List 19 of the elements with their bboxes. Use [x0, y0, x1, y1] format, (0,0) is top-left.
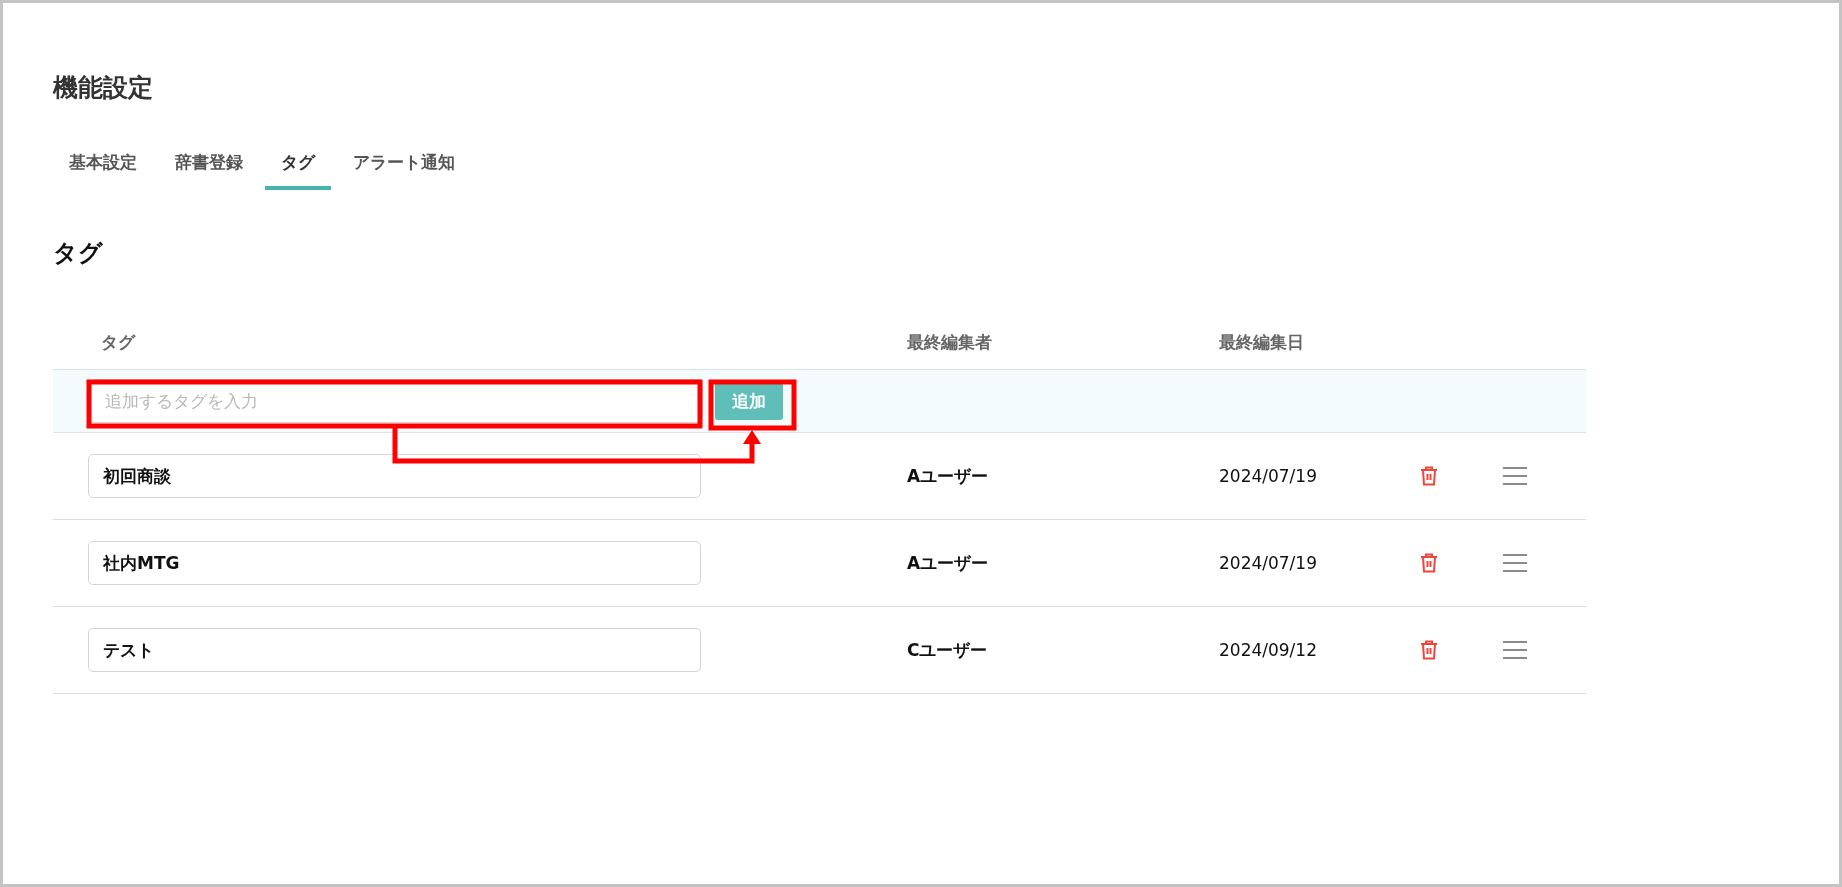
tab[interactable]: タグ [265, 151, 331, 190]
tab[interactable]: アラート通知 [337, 151, 471, 190]
edit-date: 2024/09/12 [1219, 640, 1317, 660]
edit-date: 2024/07/19 [1219, 553, 1317, 573]
editor-name: Aユーザー [907, 552, 989, 573]
column-header: 最終編集者 [907, 331, 992, 352]
column-header: 最終編集日 [1219, 331, 1304, 352]
tab[interactable]: 基本設定 [53, 151, 153, 190]
section-title: タグ [53, 238, 104, 269]
page-title: 機能設定 [53, 72, 154, 104]
tag-input-field[interactable]: 追加するタグを入力 [90, 379, 703, 423]
tab[interactable]: 辞書登録 [159, 151, 259, 190]
edit-date: 2024/07/19 [1219, 466, 1317, 486]
tag-name-field[interactable]: 初回商談 [88, 454, 701, 498]
tag-name-field[interactable]: 社内MTG [88, 541, 701, 585]
tag-name-field[interactable]: テスト [88, 628, 701, 672]
editor-name: Cユーザー [907, 639, 988, 660]
column-header: タグ [101, 331, 135, 352]
editor-name: Aユーザー [907, 465, 989, 486]
